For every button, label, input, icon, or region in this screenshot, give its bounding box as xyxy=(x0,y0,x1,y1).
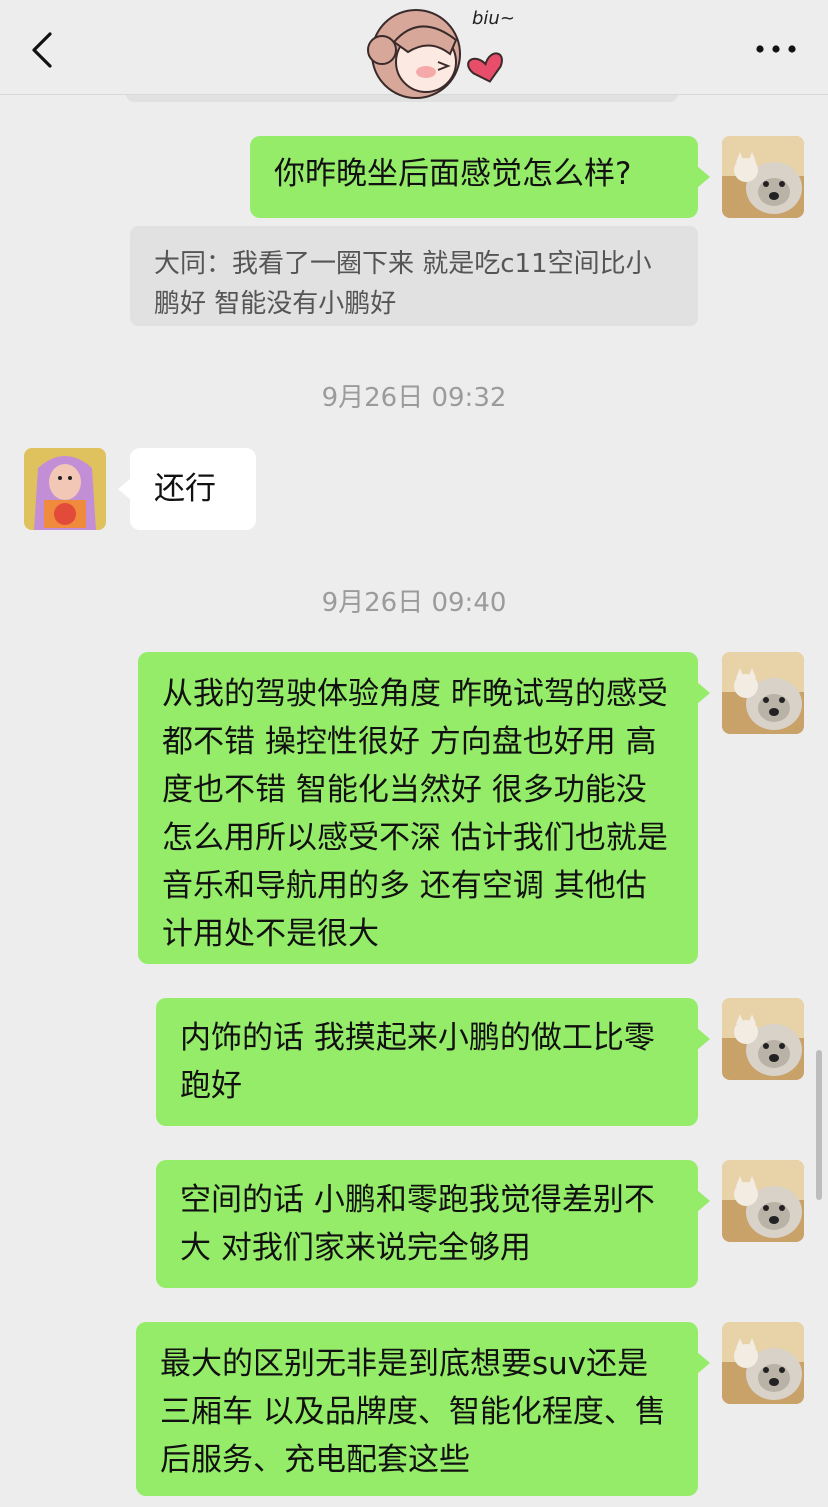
sticker-text: biu~ xyxy=(472,8,515,29)
message-bubble-me[interactable]: 最大的区别无非是到底想要suv还是三厢车 以及品牌度、智能化程度、售后服务、充电… xyxy=(136,1322,710,1496)
quoted-text: 大同：我看了一圈下来 就是吃c11空间比小鹏好 智能没有小鹏好 xyxy=(154,249,652,319)
sticker-image: biu~ xyxy=(360,2,540,104)
message-text: 还行 xyxy=(154,471,216,507)
my-avatar[interactable] xyxy=(722,1322,804,1404)
chat-header: biu~ xyxy=(0,0,828,99)
chat-screen: biu~ 你昨晚坐后面感觉怎么样? 大同：我看了一圈下来 就是吃c11空间比小鹏… xyxy=(0,0,828,1507)
message-text: 从我的驾驶体验角度 昨晚试驾的感受都不错 操控性很好 方向盘也好用 高度也不错 … xyxy=(162,676,668,952)
message-text: 内饰的话 我摸起来小鹏的做工比零跑好 xyxy=(180,1020,655,1104)
person-avatar-image xyxy=(24,448,106,530)
dog-cat-avatar-image xyxy=(722,1322,804,1404)
more-button[interactable] xyxy=(752,34,800,64)
dog-cat-avatar-image xyxy=(722,1160,804,1242)
message-text: 你昨晚坐后面感觉怎么样? xyxy=(274,156,632,192)
message-bubble-me[interactable]: 从我的驾驶体验角度 昨晚试驾的感受都不错 操控性很好 方向盘也好用 高度也不错 … xyxy=(138,652,710,964)
contact-avatar[interactable] xyxy=(24,448,106,530)
my-avatar[interactable] xyxy=(722,136,804,218)
dog-cat-avatar-image xyxy=(722,652,804,734)
scrollbar[interactable] xyxy=(816,1050,822,1200)
chevron-left-icon xyxy=(32,32,52,68)
my-avatar[interactable] xyxy=(722,652,804,734)
message-bubble-other[interactable]: 还行 xyxy=(118,448,256,530)
dog-cat-avatar-image xyxy=(722,998,804,1080)
message-text: 最大的区别无非是到底想要suv还是三厢车 以及品牌度、智能化程度、售后服务、充电… xyxy=(160,1346,666,1478)
message-bubble-me[interactable]: 你昨晚坐后面感觉怎么样? xyxy=(250,136,710,218)
quoted-message[interactable]: 大同：我看了一圈下来 就是吃c11空间比小鹏好 智能没有小鹏好 xyxy=(130,226,698,326)
message-bubble-me[interactable]: 空间的话 小鹏和零跑我觉得差别不大 对我们家来说完全够用 xyxy=(156,1160,710,1288)
my-avatar[interactable] xyxy=(722,998,804,1080)
dog-cat-avatar-image xyxy=(722,136,804,218)
message-text: 空间的话 小鹏和零跑我觉得差别不大 对我们家来说完全够用 xyxy=(180,1182,655,1266)
more-horizontal-icon xyxy=(756,45,796,53)
timestamp: 9月26日 09:32 xyxy=(321,383,507,413)
my-avatar[interactable] xyxy=(722,1160,804,1242)
back-button[interactable] xyxy=(24,28,64,72)
timestamp: 9月26日 09:40 xyxy=(321,588,507,618)
message-bubble-me[interactable]: 内饰的话 我摸起来小鹏的做工比零跑好 xyxy=(156,998,710,1126)
